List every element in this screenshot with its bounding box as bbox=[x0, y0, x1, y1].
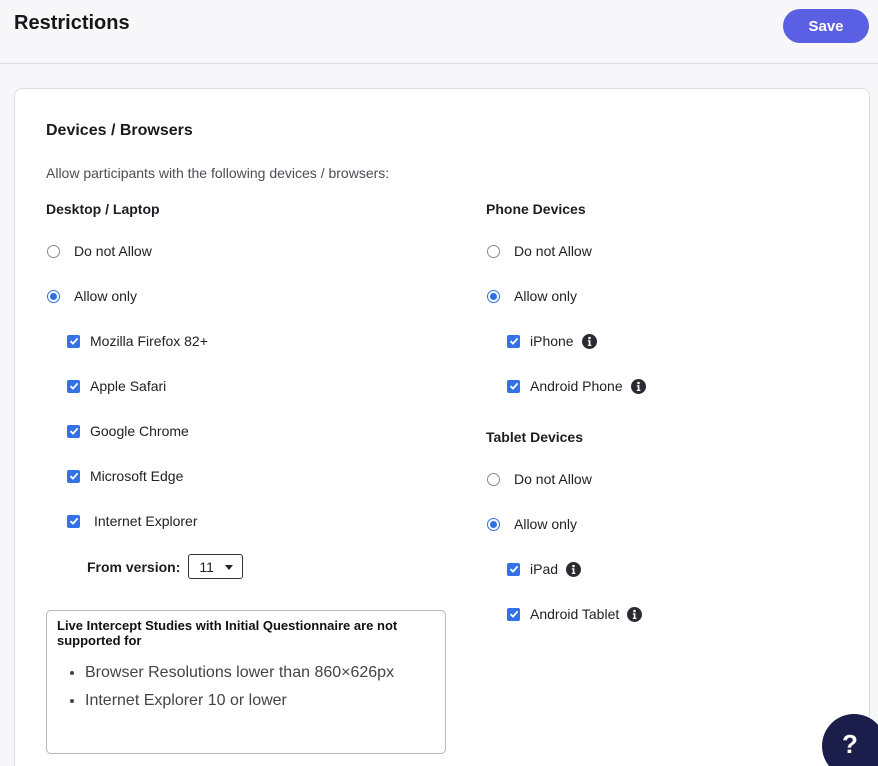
page-title: Restrictions bbox=[14, 12, 130, 34]
version-label: From version: bbox=[87, 558, 181, 575]
tablet-heading: Tablet Devices bbox=[486, 429, 584, 445]
notice-box: Live Intercept Studies with Initial Ques… bbox=[46, 610, 446, 754]
card-title: Devices / Browsers bbox=[46, 122, 193, 139]
phone-heading: Phone Devices bbox=[486, 201, 586, 217]
phone-allow-only-radio[interactable] bbox=[487, 289, 500, 303]
phone-android-checkbox[interactable] bbox=[507, 379, 520, 393]
desktop-heading: Desktop / Laptop bbox=[46, 201, 160, 217]
notice-item: Browser Resolutions lower than 860×626px bbox=[85, 661, 415, 685]
devices-browsers-card: Devices / Browsers Allow participants wi… bbox=[14, 88, 870, 766]
info-icon[interactable] bbox=[581, 333, 597, 349]
tablet-allow-only-label: Allow only bbox=[514, 516, 578, 532]
phone-iphone-checkbox[interactable] bbox=[507, 334, 520, 348]
tablet-ipad-option[interactable]: iPad bbox=[507, 559, 582, 579]
version-select[interactable]: 11 bbox=[188, 554, 244, 579]
version-select-value: 11 bbox=[199, 558, 214, 575]
browser-safari-label: Apple Safari bbox=[90, 378, 167, 394]
phone-do-not-allow-label: Do not Allow bbox=[514, 243, 592, 259]
tablet-ipad-label: iPad bbox=[530, 561, 559, 577]
tablet-android-label: Android Tablet bbox=[530, 606, 620, 622]
phone-do-not-allow-radio[interactable] bbox=[487, 244, 500, 258]
tablet-android-checkbox[interactable] bbox=[507, 607, 520, 621]
notice-list: Browser Resolutions lower than 860×626px… bbox=[85, 661, 415, 717]
tablet-allow-only-option[interactable]: Allow only bbox=[487, 514, 577, 534]
browser-ie-checkbox[interactable] bbox=[67, 514, 80, 528]
tablet-do-not-allow-label: Do not Allow bbox=[514, 471, 592, 487]
phone-do-not-allow-option[interactable]: Do not Allow bbox=[487, 241, 592, 261]
notice-item: Internet Explorer 10 or lower bbox=[85, 689, 415, 713]
browser-safari-checkbox[interactable] bbox=[67, 379, 80, 393]
info-icon[interactable] bbox=[627, 606, 643, 622]
browser-edge-checkbox[interactable] bbox=[67, 469, 80, 483]
info-icon[interactable] bbox=[566, 561, 582, 577]
tablet-ipad-checkbox[interactable] bbox=[507, 562, 520, 576]
card-description: Allow participants with the following de… bbox=[46, 165, 390, 181]
tablet-allow-only-radio[interactable] bbox=[487, 517, 500, 531]
ie-version-row: From version: 11 bbox=[87, 554, 244, 579]
phone-android-option[interactable]: Android Phone bbox=[507, 376, 646, 396]
desktop-do-not-allow-option[interactable]: Do not Allow bbox=[47, 241, 152, 261]
browser-chrome-option[interactable]: Google Chrome bbox=[67, 421, 189, 441]
help-icon: ? bbox=[842, 729, 858, 759]
browser-edge-option[interactable]: Microsoft Edge bbox=[67, 466, 183, 486]
browser-ie-label: Internet Explorer bbox=[94, 513, 198, 529]
browser-edge-label: Microsoft Edge bbox=[90, 468, 184, 484]
browser-chrome-label: Google Chrome bbox=[90, 423, 189, 439]
phone-iphone-label: iPhone bbox=[530, 333, 574, 349]
tablet-do-not-allow-option[interactable]: Do not Allow bbox=[487, 469, 592, 489]
browser-firefox-option[interactable]: Mozilla Firefox 82+ bbox=[67, 331, 208, 351]
notice-title: Live Intercept Studies with Initial Ques… bbox=[57, 618, 398, 648]
save-button[interactable]: Save bbox=[783, 9, 869, 43]
desktop-do-not-allow-radio[interactable] bbox=[47, 244, 60, 258]
phone-allow-only-label: Allow only bbox=[514, 288, 578, 304]
desktop-allow-only-radio[interactable] bbox=[47, 289, 60, 303]
desktop-do-not-allow-label: Do not Allow bbox=[74, 243, 152, 259]
top-bar: Restrictions Save bbox=[0, 0, 878, 64]
tablet-android-option[interactable]: Android Tablet bbox=[507, 604, 643, 624]
browser-ie-option[interactable]: Internet Explorer bbox=[67, 511, 198, 531]
desktop-allow-only-option[interactable]: Allow only bbox=[47, 286, 137, 306]
phone-iphone-option[interactable]: iPhone bbox=[507, 331, 597, 351]
info-icon[interactable] bbox=[630, 378, 646, 394]
browser-firefox-checkbox[interactable] bbox=[67, 334, 80, 348]
tablet-do-not-allow-radio[interactable] bbox=[487, 472, 500, 486]
phone-allow-only-option[interactable]: Allow only bbox=[487, 286, 577, 306]
phone-android-label: Android Phone bbox=[530, 378, 623, 394]
browser-safari-option[interactable]: Apple Safari bbox=[67, 376, 166, 396]
browser-chrome-checkbox[interactable] bbox=[67, 424, 80, 438]
desktop-allow-only-label: Allow only bbox=[74, 288, 138, 304]
browser-firefox-label: Mozilla Firefox 82+ bbox=[90, 333, 208, 349]
